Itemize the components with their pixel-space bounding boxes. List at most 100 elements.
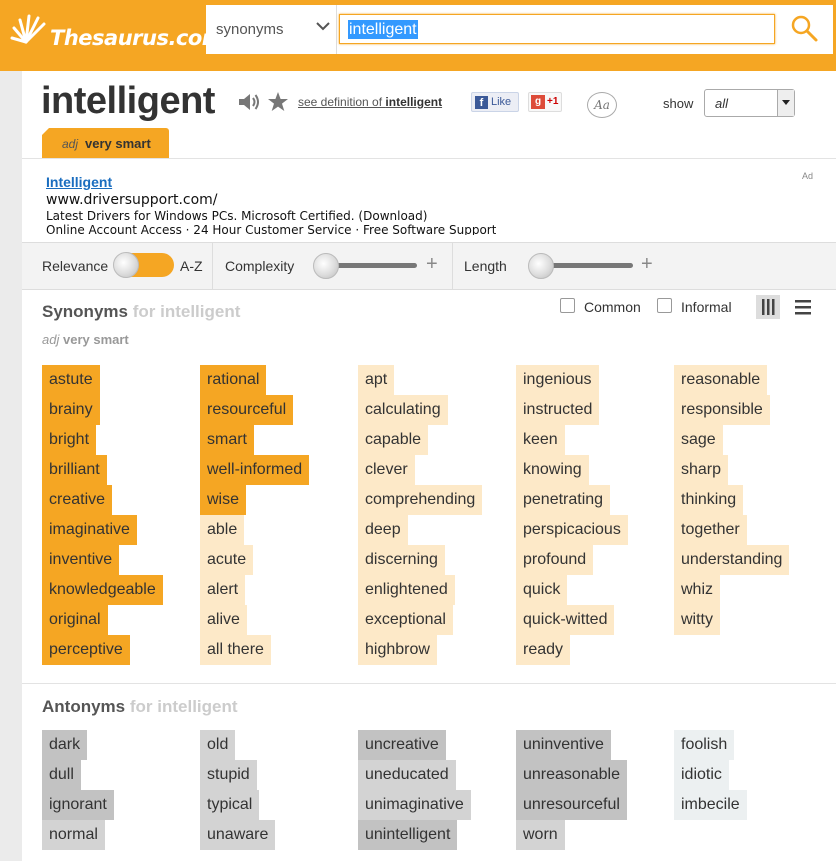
main-content: intelligent see definition of intelligen… bbox=[22, 71, 836, 861]
synonym-chip[interactable]: perspicacious bbox=[516, 515, 628, 545]
synonym-chip[interactable]: brainy bbox=[42, 395, 100, 425]
antonym-chip[interactable]: dull bbox=[42, 760, 81, 790]
antonym-chip[interactable]: typical bbox=[200, 790, 260, 820]
antonym-chip[interactable]: unaware bbox=[200, 820, 276, 850]
synonym-chip[interactable]: understanding bbox=[674, 545, 790, 575]
ad-title-link[interactable]: Intelligent bbox=[46, 174, 112, 190]
antonym-chip[interactable]: imbecile bbox=[674, 790, 747, 820]
synonym-chip[interactable]: deep bbox=[358, 515, 408, 545]
synonym-chip[interactable]: responsible bbox=[674, 395, 770, 425]
antonym-chip[interactable]: uneducated bbox=[358, 760, 456, 790]
antonym-chip[interactable]: foolish bbox=[674, 730, 735, 760]
synonym-chip[interactable]: quick-witted bbox=[516, 605, 615, 635]
divider bbox=[212, 243, 213, 289]
synonym-chip[interactable]: brilliant bbox=[42, 455, 107, 485]
synonym-chip[interactable]: instructed bbox=[516, 395, 600, 425]
synonym-chip[interactable]: imaginative bbox=[42, 515, 137, 545]
synonym-chip[interactable]: astute bbox=[42, 365, 100, 395]
antonym-chip[interactable]: old bbox=[200, 730, 236, 760]
antonym-chip[interactable]: unimaginative bbox=[358, 790, 471, 820]
synonym-chip[interactable]: discerning bbox=[358, 545, 445, 575]
ad-url[interactable]: www.driversupport.com/ bbox=[46, 192, 218, 208]
synonym-chip[interactable]: profound bbox=[516, 545, 594, 575]
column-view-icon[interactable] bbox=[756, 295, 780, 319]
synonym-chip[interactable]: all there bbox=[200, 635, 271, 665]
definition-tab[interactable]: adj very smart bbox=[41, 128, 169, 158]
synonym-chip[interactable]: knowledgeable bbox=[42, 575, 163, 605]
antonym-chip[interactable]: dark bbox=[42, 730, 88, 760]
synonym-chip[interactable]: inventive bbox=[42, 545, 120, 575]
search-input-value: intelligent bbox=[348, 20, 418, 39]
list-view-icon[interactable] bbox=[791, 295, 815, 319]
synonym-chip[interactable]: together bbox=[674, 515, 747, 545]
synonym-chip[interactable]: enlightened bbox=[358, 575, 455, 605]
synonym-chip[interactable]: whiz bbox=[674, 575, 721, 605]
synonym-chip[interactable]: highbrow bbox=[358, 635, 437, 665]
synonym-chip[interactable]: perceptive bbox=[42, 635, 130, 665]
synonym-chip[interactable]: original bbox=[42, 605, 108, 635]
synonym-chip[interactable]: calculating bbox=[358, 395, 448, 425]
search-button[interactable] bbox=[787, 12, 821, 46]
facebook-like-button[interactable]: f Like bbox=[471, 92, 519, 112]
synonym-chip[interactable]: knowing bbox=[516, 455, 589, 485]
synonym-chip[interactable]: creative bbox=[42, 485, 113, 515]
synonym-chip[interactable]: exceptional bbox=[358, 605, 453, 635]
google-plus-button[interactable]: g +1 bbox=[528, 92, 562, 112]
font-size-icon[interactable]: Aa bbox=[587, 92, 617, 118]
synonym-chip[interactable]: ready bbox=[516, 635, 571, 665]
antonym-chip[interactable]: unintelligent bbox=[358, 820, 458, 850]
synonym-chip[interactable]: wise bbox=[200, 485, 247, 515]
antonym-chip[interactable]: unresourceful bbox=[516, 790, 627, 820]
synonym-chip[interactable]: well-informed bbox=[200, 455, 310, 485]
synonym-chip[interactable]: alert bbox=[200, 575, 246, 605]
toggle-knob[interactable] bbox=[113, 252, 139, 278]
antonym-chip[interactable]: normal bbox=[42, 820, 105, 850]
synonym-chip[interactable]: smart bbox=[200, 425, 254, 455]
see-definition-prefix: see definition of bbox=[298, 95, 386, 109]
antonym-chip[interactable]: idiotic bbox=[674, 760, 729, 790]
synonym-chip[interactable]: comprehending bbox=[358, 485, 483, 515]
synonym-chip[interactable]: thinking bbox=[674, 485, 744, 515]
complexity-slider-handle[interactable] bbox=[313, 253, 339, 279]
synonym-chip[interactable]: rational bbox=[200, 365, 267, 395]
antonym-chip[interactable]: worn bbox=[516, 820, 565, 850]
synonym-chip[interactable]: alive bbox=[200, 605, 247, 635]
informal-checkbox[interactable] bbox=[657, 298, 672, 313]
show-select[interactable]: all bbox=[704, 89, 795, 117]
search-input[interactable]: intelligent bbox=[339, 14, 775, 44]
antonym-chip[interactable]: uninventive bbox=[516, 730, 611, 760]
synonym-chip[interactable]: witty bbox=[674, 605, 720, 635]
synonym-chip[interactable]: bright bbox=[42, 425, 97, 455]
synonym-chip[interactable]: able bbox=[200, 515, 245, 545]
synonym-chip[interactable]: apt bbox=[358, 365, 395, 395]
synonym-chip[interactable]: reasonable bbox=[674, 365, 768, 395]
synonym-chip[interactable]: keen bbox=[516, 425, 565, 455]
common-checkbox[interactable] bbox=[560, 298, 575, 313]
search-type-select[interactable]: synonyms bbox=[206, 5, 337, 54]
antonym-chip[interactable]: ignorant bbox=[42, 790, 114, 820]
speaker-icon[interactable] bbox=[237, 91, 261, 113]
synonym-chip[interactable]: penetrating bbox=[516, 485, 611, 515]
synonym-chip[interactable]: sage bbox=[674, 425, 723, 455]
search-icon bbox=[791, 15, 818, 42]
antonym-chip[interactable]: unreasonable bbox=[516, 760, 627, 790]
length-slider-handle[interactable] bbox=[528, 253, 554, 279]
length-plus-icon[interactable]: + bbox=[641, 254, 653, 274]
synonym-chip[interactable]: resourceful bbox=[200, 395, 294, 425]
complexity-plus-icon[interactable]: + bbox=[426, 254, 438, 274]
synonyms-title: Synonyms for intelligent bbox=[42, 302, 240, 322]
synonym-chip[interactable]: clever bbox=[358, 455, 415, 485]
star-icon[interactable] bbox=[267, 91, 289, 113]
synonym-chip[interactable]: ingenious bbox=[516, 365, 599, 395]
synonym-chip[interactable]: acute bbox=[200, 545, 254, 575]
ad-text-line: Online Account Access · 24 Hour Customer… bbox=[46, 223, 497, 235]
antonym-chip[interactable]: stupid bbox=[200, 760, 257, 790]
top-bar: Thesaurus.com synonyms intelligent bbox=[0, 0, 836, 71]
synonym-chip[interactable]: capable bbox=[358, 425, 429, 455]
synonym-chip[interactable]: sharp bbox=[674, 455, 729, 485]
antonym-chip[interactable]: uncreative bbox=[358, 730, 446, 760]
thesaurus-logo[interactable]: Thesaurus.com bbox=[8, 8, 224, 56]
synonym-chip[interactable]: quick bbox=[516, 575, 568, 605]
see-definition-link[interactable]: see definition of intelligent bbox=[298, 95, 442, 109]
relevance-az-toggle[interactable] bbox=[113, 252, 174, 278]
